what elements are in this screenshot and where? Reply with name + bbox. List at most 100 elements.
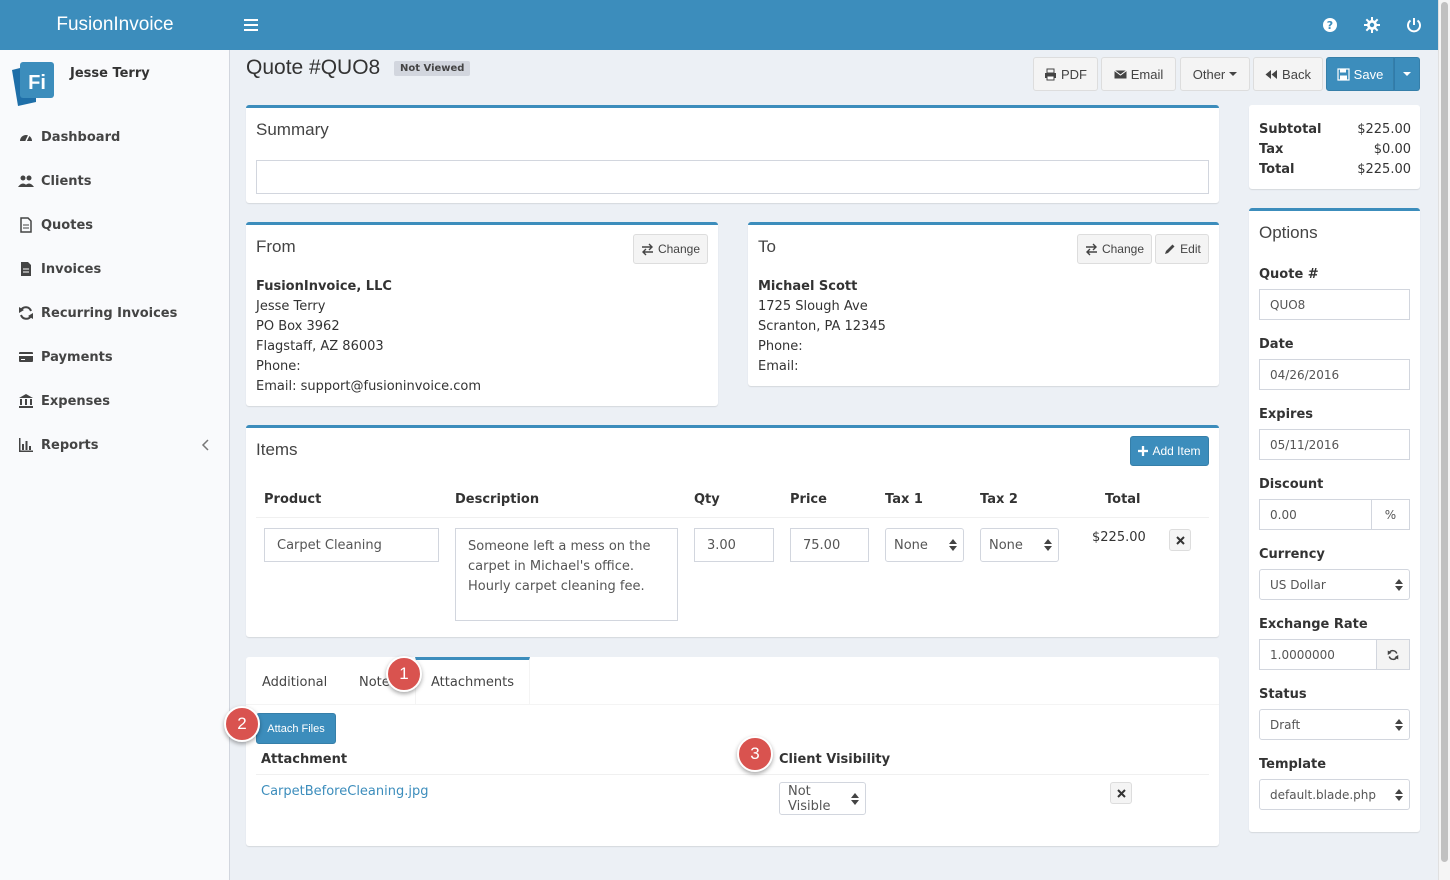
- sidebar-item-payments[interactable]: Payments: [0, 335, 229, 379]
- plus-icon: [1138, 446, 1149, 456]
- date-input[interactable]: 04/26/2016: [1259, 359, 1410, 390]
- exchange-rate-input[interactable]: 1.0000000: [1259, 639, 1377, 670]
- save-button[interactable]: Save: [1326, 57, 1394, 91]
- svg-text:?: ?: [1327, 19, 1333, 32]
- to-name: Michael Scott: [758, 279, 858, 294]
- backward-icon: [1265, 69, 1278, 79]
- add-item-button[interactable]: Add Item: [1130, 436, 1209, 466]
- discount-percent-addon: %: [1371, 499, 1410, 530]
- from-line: Email: support@fusioninvoice.com: [256, 379, 482, 394]
- other-dropdown-button[interactable]: Other: [1180, 57, 1250, 91]
- back-button-label: Back: [1282, 66, 1311, 82]
- exchange-icon: [1085, 243, 1097, 255]
- expires-input[interactable]: 05/11/2016: [1259, 429, 1410, 460]
- status-label: Status: [1259, 687, 1307, 702]
- discount-input[interactable]: 0.00: [1259, 499, 1372, 530]
- qty-input[interactable]: 3.00: [694, 528, 774, 562]
- pdf-button[interactable]: PDF: [1033, 57, 1098, 91]
- file-text-icon: [18, 261, 34, 277]
- tabs-divider: [246, 704, 1219, 705]
- summary-box: Summary: [246, 105, 1219, 203]
- options-title: Options: [1259, 223, 1318, 242]
- select-arrows-icon: [851, 792, 859, 805]
- page-scrollbar[interactable]: [1438, 0, 1450, 880]
- status-badge: Not Viewed: [394, 61, 471, 76]
- quote-number-label: Quote #: [1259, 267, 1319, 282]
- refresh-icon: [18, 305, 34, 321]
- save-options-dropdown-button[interactable]: [1394, 57, 1420, 91]
- to-edit-button[interactable]: Edit: [1155, 234, 1209, 264]
- total-value: $225.00: [1357, 162, 1411, 177]
- from-change-button[interactable]: Change: [633, 234, 708, 264]
- gear-icon[interactable]: [1363, 16, 1381, 34]
- sidebar-item-dashboard[interactable]: Dashboard: [0, 115, 229, 159]
- from-company: FusionInvoice, LLC: [256, 279, 392, 294]
- product-input[interactable]: Carpet Cleaning: [264, 528, 439, 562]
- sidebar-item-quotes[interactable]: Quotes: [0, 203, 229, 247]
- refresh-icon: [1387, 649, 1399, 660]
- to-line: Email:: [758, 359, 799, 374]
- subtotal-row: Subtotal $225.00: [1259, 122, 1411, 142]
- caret-down-icon: [1229, 72, 1238, 76]
- sidebar-item-label: Payments: [41, 349, 113, 365]
- refresh-rate-button[interactable]: [1376, 639, 1410, 670]
- total-row: Total $225.00: [1259, 162, 1411, 182]
- brand-logo-text[interactable]: FusionInvoice: [0, 0, 230, 50]
- col-price: Price: [790, 492, 827, 507]
- fusioninvoice-logo: Fi: [10, 58, 56, 106]
- currency-value: US Dollar: [1270, 577, 1326, 592]
- to-change-button[interactable]: Change: [1077, 234, 1152, 264]
- delete-item-button[interactable]: [1169, 529, 1191, 551]
- select-arrows-icon: [1395, 718, 1403, 731]
- status-select[interactable]: Draft: [1259, 709, 1410, 740]
- pdf-button-label: PDF: [1061, 66, 1087, 82]
- template-select[interactable]: default.blade.php: [1259, 779, 1410, 810]
- col-attachment: Attachment: [261, 752, 348, 767]
- sidebar-item-clients[interactable]: Clients: [0, 159, 229, 203]
- sidebar-item-invoices[interactable]: Invoices: [0, 247, 229, 291]
- select-arrows-icon: [1395, 788, 1403, 801]
- expires-label: Expires: [1259, 407, 1313, 422]
- caret-down-icon: [1403, 72, 1411, 76]
- description-textarea[interactable]: Someone left a mess on the carpet in Mic…: [455, 528, 678, 621]
- options-box: Options Quote # QUO8 Date 04/26/2016 Exp…: [1249, 208, 1420, 832]
- tax1-select[interactable]: None: [885, 528, 964, 562]
- to-address: Michael Scott 1725 Slough Ave Scranton, …: [758, 277, 886, 377]
- summary-input[interactable]: [256, 160, 1209, 194]
- exchange-rate-label: Exchange Rate: [1259, 617, 1368, 632]
- sidebar-item-reports[interactable]: Reports: [0, 423, 229, 467]
- sidebar-item-expenses[interactable]: Expenses: [0, 379, 229, 423]
- user-name: Jesse Terry: [70, 66, 150, 81]
- summary-title: Summary: [256, 120, 329, 139]
- sidebar-item-recurring-invoices[interactable]: Recurring Invoices: [0, 291, 229, 335]
- tax2-value: None: [989, 537, 1023, 553]
- price-input[interactable]: 75.00: [790, 528, 869, 562]
- tax2-select[interactable]: None: [980, 528, 1059, 562]
- help-icon[interactable]: ?: [1321, 16, 1339, 34]
- currency-select[interactable]: US Dollar: [1259, 569, 1410, 600]
- close-icon: [1116, 788, 1126, 798]
- delete-attachment-button[interactable]: [1110, 782, 1132, 804]
- tax1-value: None: [894, 537, 928, 553]
- to-change-label: Change: [1101, 242, 1145, 256]
- template-value: default.blade.php: [1270, 787, 1376, 802]
- line-total: $225.00: [1092, 530, 1146, 545]
- currency-label: Currency: [1259, 547, 1325, 562]
- from-change-label: Change: [657, 242, 701, 256]
- floppy-disk-icon: [1337, 67, 1350, 81]
- sidebar-toggle-icon[interactable]: [240, 14, 262, 36]
- email-button[interactable]: Email: [1101, 57, 1176, 91]
- to-box: To Change Edit Michael Scott 1725 Slough…: [748, 222, 1219, 386]
- attachment-file-link[interactable]: CarpetBeforeCleaning.jpg: [261, 784, 428, 799]
- client-visibility-select[interactable]: Not Visible: [779, 782, 866, 815]
- scrollbar-thumb[interactable]: [1441, 2, 1448, 862]
- back-button[interactable]: Back: [1253, 57, 1323, 91]
- col-product: Product: [264, 492, 322, 507]
- select-arrows-icon: [1044, 539, 1052, 551]
- tab-additional[interactable]: Additional: [247, 660, 342, 704]
- from-box: From Change FusionInvoice, LLC Jesse Ter…: [246, 222, 718, 406]
- tab-attachments[interactable]: Attachments: [415, 657, 530, 704]
- power-icon[interactable]: [1405, 16, 1423, 34]
- attach-files-button[interactable]: Attach Files: [256, 713, 336, 744]
- quote-number-input[interactable]: QUO8: [1259, 289, 1410, 320]
